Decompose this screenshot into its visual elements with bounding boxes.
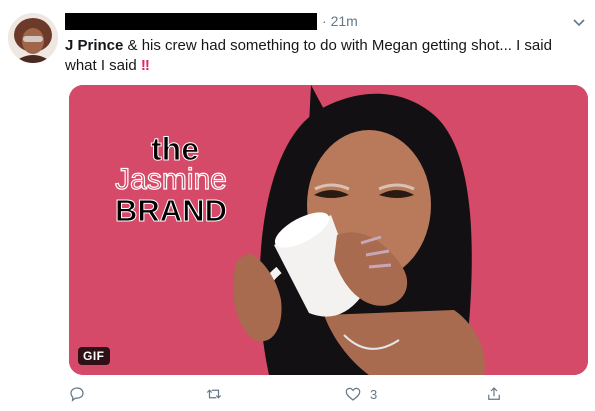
logo-line-1: the: [151, 131, 200, 167]
gif-media[interactable]: the Jasmine BRAND GIF: [69, 85, 588, 375]
gif-badge: GIF: [78, 347, 110, 365]
avatar-image: [8, 13, 58, 63]
brand-logo: the Jasmine BRAND: [91, 131, 251, 228]
mention-name: J Prince: [65, 37, 124, 54]
retweet-icon: [206, 389, 222, 399]
share-icon: [488, 387, 500, 400]
like-count: 3: [370, 386, 378, 402]
timestamp[interactable]: · 21m: [322, 13, 358, 30]
tweet-text: J Prince & his crew had something to do …: [65, 36, 585, 76]
redacted-username: [65, 13, 317, 30]
logo-line-2: Jasmine: [115, 163, 228, 196]
reply-button[interactable]: [68, 385, 94, 403]
retweet-button[interactable]: [205, 385, 231, 403]
gif-frame-image: [69, 85, 588, 375]
logo-line-3: BRAND: [115, 193, 228, 228]
tweet-body: & his crew had something to do with Mega…: [65, 37, 552, 74]
like-button[interactable]: 3: [344, 385, 377, 403]
share-button[interactable]: [485, 385, 503, 403]
avatar[interactable]: [8, 13, 58, 63]
tweet-card[interactable]: · 21m J Prince & his crew had something …: [0, 0, 595, 411]
like-icon: [345, 387, 361, 401]
double-exclamation-emoji: !!: [140, 57, 150, 74]
reply-icon: [70, 387, 84, 402]
caret-down-icon[interactable]: [571, 14, 587, 30]
action-bar: 3: [0, 385, 595, 411]
